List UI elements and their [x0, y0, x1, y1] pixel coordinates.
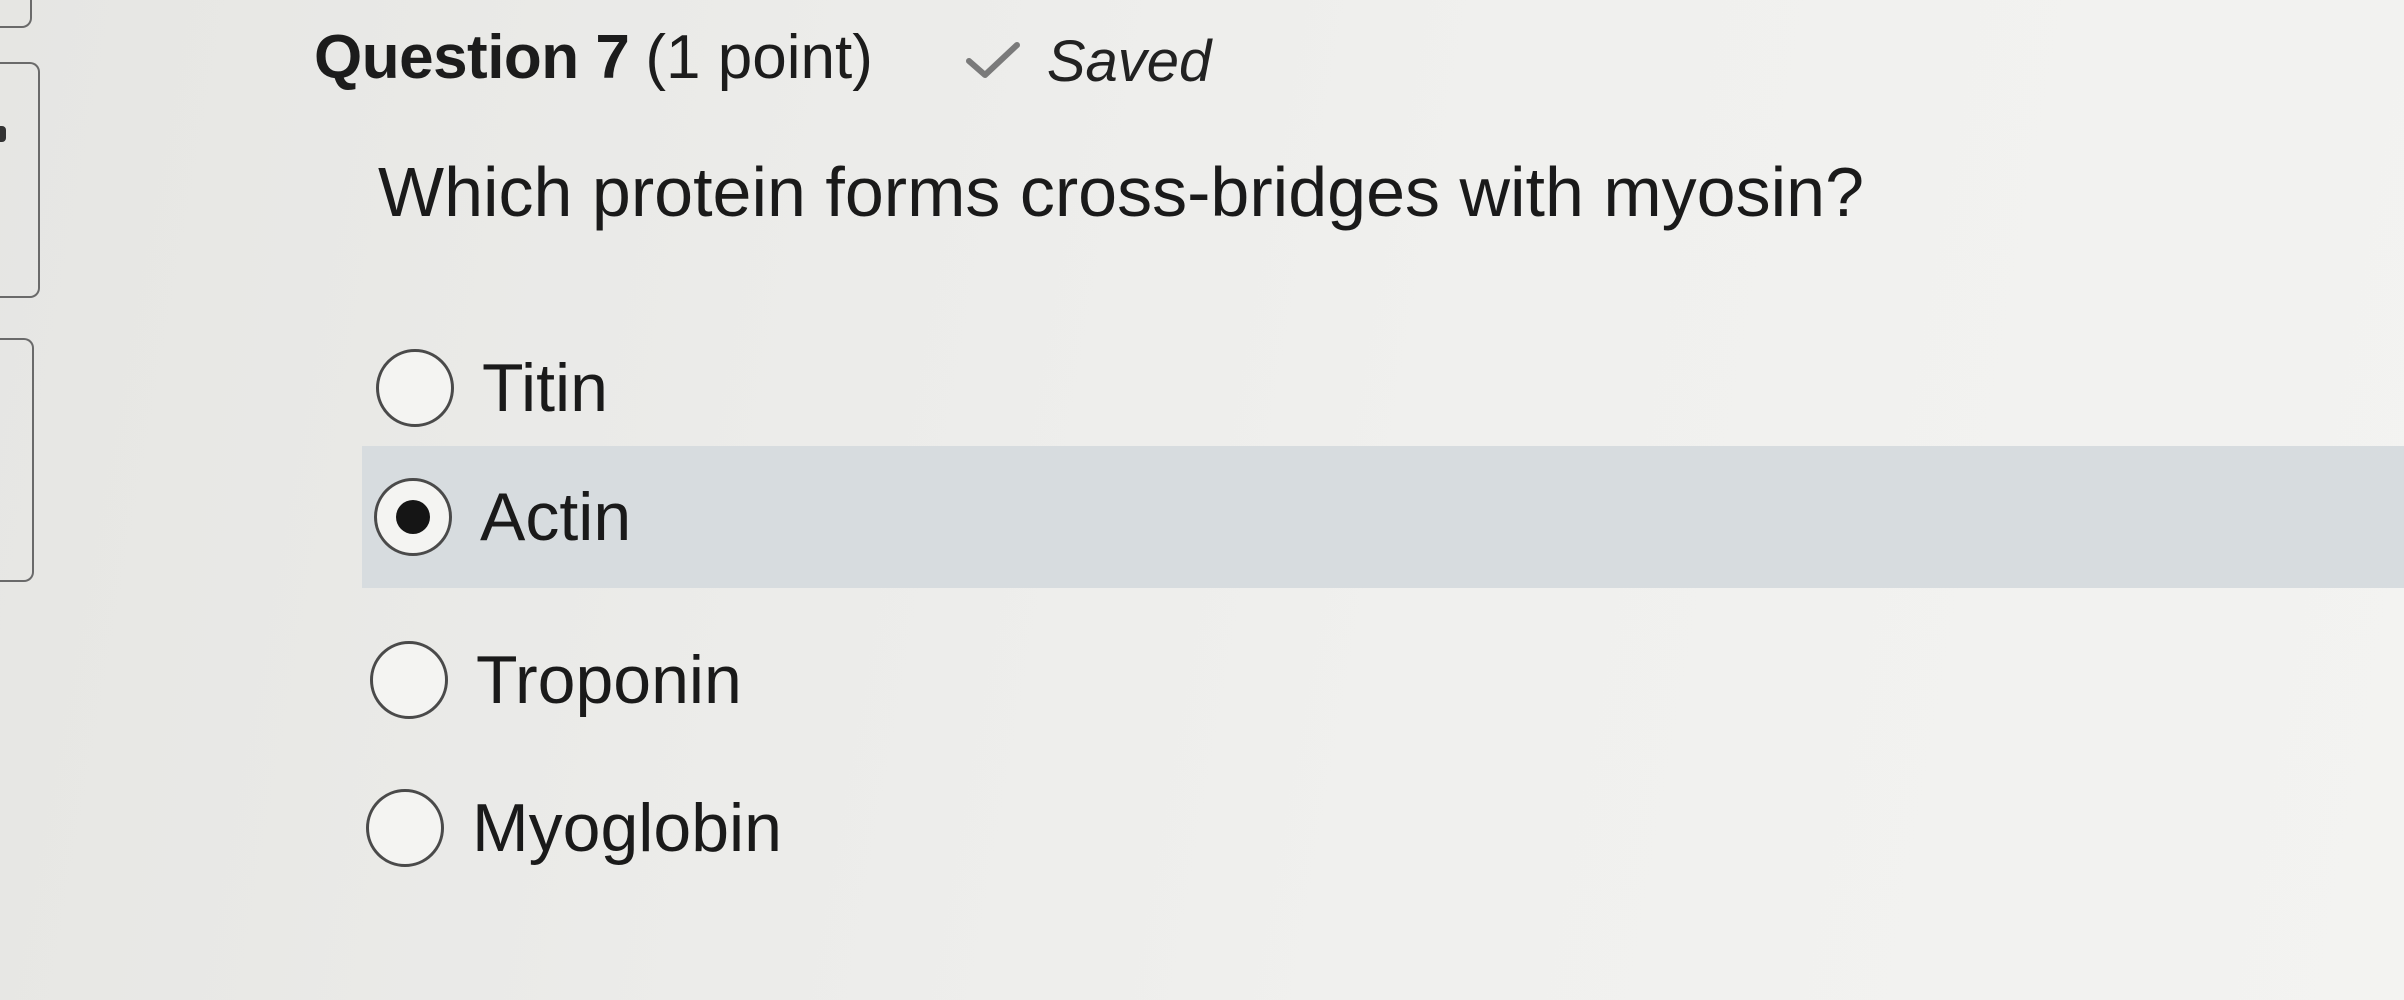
- answer-option-actin[interactable]: Actin: [362, 446, 2404, 588]
- option-label: Myoglobin: [472, 790, 782, 866]
- radio-button[interactable]: [370, 641, 448, 719]
- radio-button-selected[interactable]: [374, 478, 452, 556]
- answer-option-troponin[interactable]: Troponin: [370, 636, 742, 724]
- radio-button[interactable]: [366, 789, 444, 867]
- radio-button[interactable]: [376, 349, 454, 427]
- option-label: Troponin: [476, 642, 742, 718]
- option-label: Titin: [482, 350, 608, 426]
- answer-option-titin[interactable]: Titin: [376, 344, 608, 432]
- answer-option-myoglobin[interactable]: Myoglobin: [366, 784, 782, 872]
- option-label: Actin: [480, 479, 632, 555]
- radio-selected-dot: [396, 500, 430, 534]
- answer-options: Titin Actin Troponin Myoglobin: [0, 0, 2404, 1000]
